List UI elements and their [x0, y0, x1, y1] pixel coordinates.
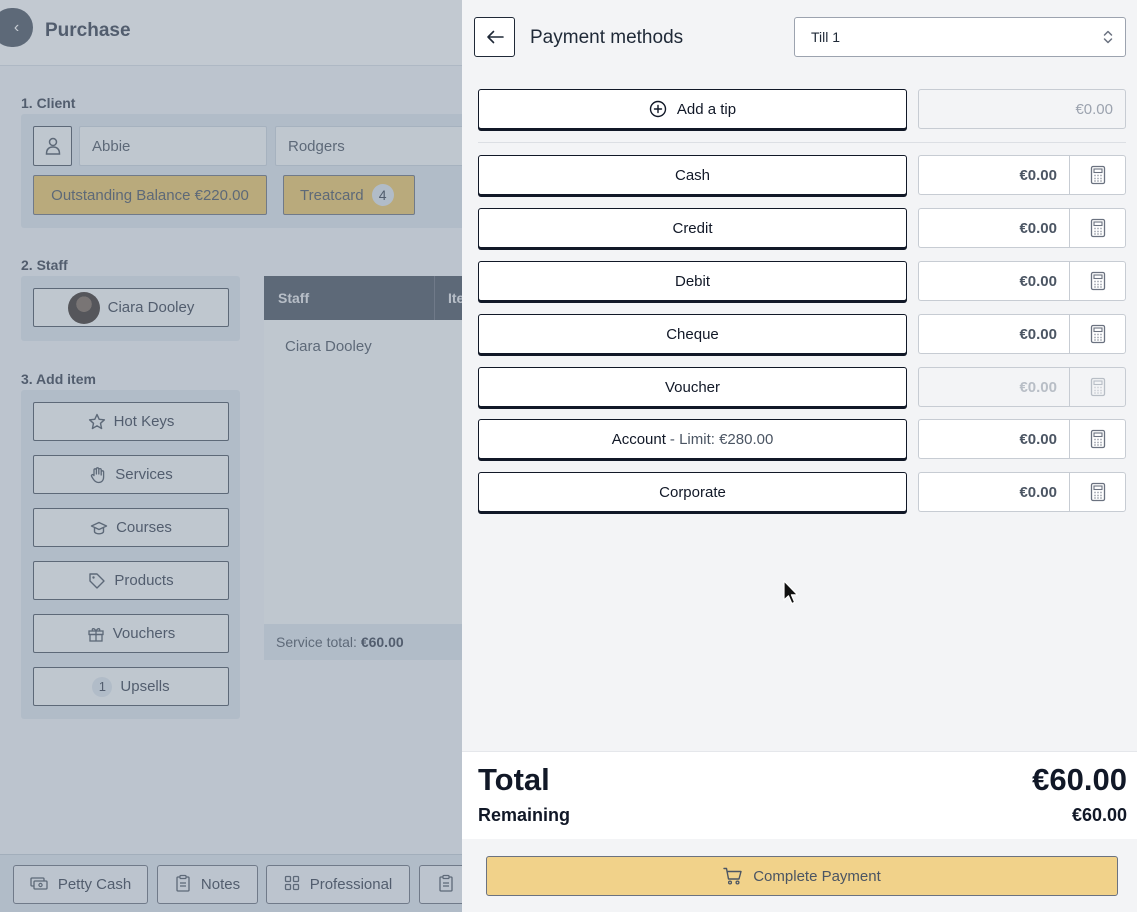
debit-button[interactable]: Debit	[478, 261, 907, 301]
complete-payment-label: Complete Payment	[753, 867, 881, 885]
credit-button[interactable]: Credit	[478, 208, 907, 248]
voucher-calculator-button	[1069, 367, 1126, 407]
payment-row-cheque: Cheque €0.00	[478, 314, 1126, 354]
remaining-value: €60.00	[1071, 805, 1127, 825]
corporate-amount-field[interactable]: €0.00	[918, 472, 1069, 512]
account-button[interactable]: Account - Limit: €280.00	[478, 419, 907, 459]
total-label: Total	[478, 762, 550, 797]
panel-back-button[interactable]	[474, 17, 515, 57]
payment-row-voucher: Voucher €0.00	[478, 367, 1126, 407]
corporate-button[interactable]: Corporate	[478, 472, 907, 512]
voucher-button[interactable]: Voucher	[478, 367, 907, 407]
corporate-calculator-button[interactable]	[1069, 472, 1126, 512]
credit-amount-field[interactable]: €0.00	[918, 208, 1069, 248]
add-tip-label: Add a tip	[676, 100, 737, 118]
debit-amount-field[interactable]: €0.00	[918, 261, 1069, 301]
payment-methods-panel: Payment methods Till 1 Add a tip €0.00 C…	[462, 0, 1137, 912]
cash-calculator-button[interactable]	[1069, 155, 1126, 195]
total-value: €60.00	[1032, 762, 1127, 797]
calculator-icon	[1090, 377, 1105, 397]
payment-row-debit: Debit €0.00	[478, 261, 1126, 301]
select-arrows-icon	[1103, 30, 1113, 44]
account-limit: - Limit: €280.00	[669, 430, 774, 448]
cheque-button[interactable]: Cheque	[478, 314, 907, 354]
divider	[478, 142, 1126, 143]
payment-row-credit: Credit €0.00	[478, 208, 1126, 248]
calculator-icon	[1090, 218, 1105, 238]
account-calculator-button[interactable]	[1069, 419, 1126, 459]
complete-payment-button[interactable]: Complete Payment	[486, 856, 1118, 896]
payment-row-corporate: Corporate €0.00	[478, 472, 1126, 512]
totals-section: Total €60.00 Remaining €60.00	[462, 751, 1137, 839]
cheque-amount-field[interactable]: €0.00	[918, 314, 1069, 354]
payment-row-cash: Cash €0.00	[478, 155, 1126, 195]
plus-circle-icon	[649, 100, 667, 118]
credit-calculator-button[interactable]	[1069, 208, 1126, 248]
panel-title: Payment methods	[530, 27, 684, 48]
arrow-left-icon	[486, 30, 504, 44]
cheque-calculator-button[interactable]	[1069, 314, 1126, 354]
add-tip-button[interactable]: Add a tip	[478, 89, 907, 129]
calculator-icon	[1090, 271, 1105, 291]
mouse-cursor-icon	[783, 580, 799, 605]
cart-icon	[723, 867, 742, 885]
calculator-icon	[1090, 482, 1105, 502]
till-select[interactable]: Till 1	[794, 17, 1126, 57]
tip-amount-field[interactable]: €0.00	[918, 89, 1126, 129]
cash-amount-field[interactable]: €0.00	[918, 155, 1069, 195]
modal-overlay[interactable]	[0, 0, 462, 912]
calculator-icon	[1090, 429, 1105, 449]
calculator-icon	[1090, 324, 1105, 344]
payment-row-account: Account - Limit: €280.00 €0.00	[478, 419, 1126, 459]
calculator-icon	[1090, 165, 1105, 185]
cash-button[interactable]: Cash	[478, 155, 907, 195]
voucher-amount-field: €0.00	[918, 367, 1069, 407]
debit-calculator-button[interactable]	[1069, 261, 1126, 301]
remaining-label: Remaining	[478, 805, 571, 825]
account-amount-field[interactable]: €0.00	[918, 419, 1069, 459]
till-select-value: Till 1	[811, 29, 841, 45]
account-label: Account	[611, 430, 666, 448]
